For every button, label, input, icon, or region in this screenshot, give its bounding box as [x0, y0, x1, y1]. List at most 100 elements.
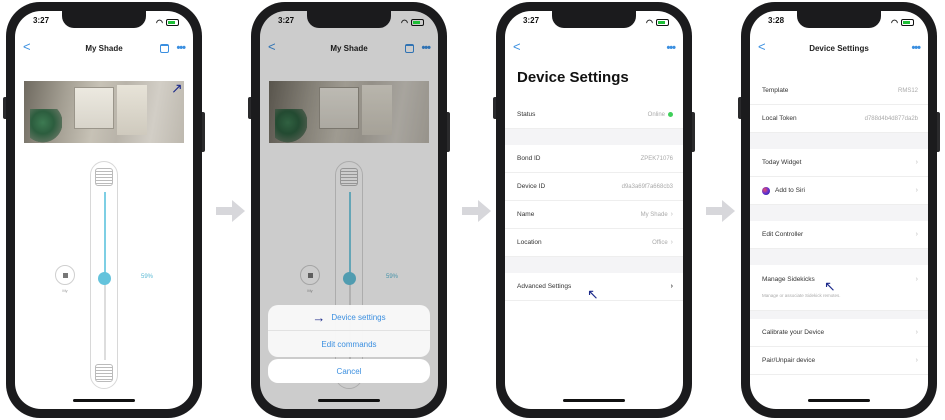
shade-up-icon[interactable]: [95, 168, 113, 186]
chevron-right-icon: ›: [915, 357, 918, 364]
name-value: My Shade: [640, 211, 668, 218]
nav-bar: < Device Settings •••: [750, 39, 928, 57]
back-chevron-icon[interactable]: <: [23, 39, 31, 55]
page-title: My Shade: [85, 43, 123, 53]
phone-4: 3:28 ◠ < Device Settings ••• Template RM…: [738, 2, 940, 418]
status-time: 3:28: [768, 16, 785, 25]
manage-sidekicks-row[interactable]: Manage Sidekicks › ↖: [750, 265, 928, 293]
location-row[interactable]: Location Office ›: [505, 229, 683, 257]
pair-unpair-label: Pair/Unpair device: [762, 357, 816, 364]
add-to-siri-label: Add to Siri: [775, 187, 805, 194]
phone-1: 3:27 ◠ < My Shade ••• ↗ 59% My: [3, 2, 205, 418]
battery-icon: [411, 18, 424, 26]
calendar-icon[interactable]: [160, 43, 170, 53]
section-gap: [505, 257, 683, 273]
battery-icon: [656, 18, 669, 26]
today-widget-label: Today Widget: [762, 159, 802, 166]
pair-unpair-row[interactable]: Pair/Unpair device ›: [750, 347, 928, 375]
annotation-arrow-icon: ↖: [824, 278, 836, 294]
settings-list: Template RMS12 Local Token d788d4b4d877d…: [750, 71, 928, 375]
status-value: Online: [647, 111, 665, 118]
advanced-settings-row[interactable]: Advanced Settings › ↖: [505, 273, 683, 301]
status-bar: 3:27 ◠: [505, 16, 683, 28]
local-token-row: Local Token d788d4b4d877da2b: [750, 105, 928, 133]
calibrate-label: Calibrate your Device: [762, 329, 825, 336]
chevron-right-icon: ›: [915, 275, 918, 283]
device-id-value: d9a3a69f7a668cb3: [621, 183, 673, 190]
status-time: 3:27: [33, 16, 50, 25]
calibrate-row[interactable]: Calibrate your Device ›: [750, 319, 928, 347]
home-indicator: [808, 399, 870, 402]
name-label: Name: [517, 211, 535, 218]
template-value: RMS12: [897, 87, 918, 94]
chevron-right-icon: ›: [915, 231, 918, 238]
edit-commands-label: Edit commands: [321, 339, 377, 349]
back-chevron-icon[interactable]: <: [513, 39, 521, 55]
wifi-icon: ◠: [891, 17, 898, 27]
device-settings-advanced-screen: 3:28 ◠ < Device Settings ••• Template RM…: [750, 11, 928, 409]
add-to-siri-row[interactable]: Add to Siri ›: [750, 177, 928, 205]
camera-window: [74, 87, 114, 129]
action-sheet: → Device settings Edit commands: [268, 305, 430, 357]
device-id-label: Device ID: [517, 183, 546, 190]
stop-button[interactable]: [55, 265, 75, 285]
chevron-right-icon: ›: [915, 187, 918, 194]
name-row[interactable]: Name My Shade ›: [505, 201, 683, 229]
flow-arrow-icon: [216, 200, 246, 222]
status-time: 3:27: [523, 16, 540, 25]
status-bar: 3:27 ◠: [15, 16, 193, 28]
advanced-settings-label: Advanced Settings: [517, 283, 572, 290]
chevron-right-icon: ›: [670, 211, 673, 218]
shade-menu-screen: 3:27 ◠ < My Shade ••• 59% My → Device se…: [260, 11, 438, 409]
more-icon[interactable]: •••: [666, 42, 676, 54]
battery-icon: [901, 18, 914, 26]
device-id-row: Device ID d9a3a69f7a668cb3: [505, 173, 683, 201]
edit-controller-label: Edit Controller: [762, 231, 804, 238]
shade-slider[interactable]: [90, 161, 118, 389]
camera-preview: [24, 81, 184, 143]
shade-control-screen: 3:27 ◠ < My Shade ••• ↗ 59% My: [15, 11, 193, 409]
template-label: Template: [762, 87, 789, 94]
device-settings-option[interactable]: → Device settings: [268, 305, 430, 331]
wifi-icon: ◠: [401, 17, 408, 27]
chevron-right-icon: ›: [670, 283, 673, 290]
page-title: Device Settings: [809, 43, 869, 53]
status-bar: 3:27 ◠: [260, 16, 438, 28]
wifi-icon: ◠: [156, 17, 163, 27]
edit-controller-row[interactable]: Edit Controller ›: [750, 221, 928, 249]
bond-id-label: Bond ID: [517, 155, 541, 162]
device-settings-screen: 3:27 ◠ < ••• Device Settings Status Onli…: [505, 11, 683, 409]
edit-commands-option[interactable]: Edit commands: [268, 331, 430, 357]
annotation-arrow-icon: →: [312, 309, 326, 325]
cancel-button[interactable]: Cancel: [268, 359, 430, 383]
stop-icon: [62, 272, 68, 278]
bond-id-value: ZPEK71076: [640, 155, 673, 162]
device-settings-label: Device settings: [331, 313, 386, 322]
section-gap: [750, 205, 928, 221]
back-chevron-icon[interactable]: <: [758, 39, 766, 55]
more-icon[interactable]: •••: [176, 42, 186, 54]
home-indicator: [73, 399, 135, 402]
slider-percent: 59%: [141, 274, 154, 280]
page-title: Device Settings: [517, 69, 629, 86]
chevron-right-icon: ›: [915, 159, 918, 166]
nav-bar: < My Shade •••: [15, 39, 193, 57]
today-widget-row[interactable]: Today Widget ›: [750, 149, 928, 177]
location-value: Office: [652, 239, 668, 246]
section-gap: [505, 129, 683, 145]
home-indicator: [563, 399, 625, 402]
manage-sidekicks-description: Manage or associate Sidekick remotes.: [750, 293, 928, 311]
local-token-label: Local Token: [762, 115, 797, 122]
more-icon[interactable]: •••: [911, 42, 921, 54]
annotation-arrow-icon: ↖: [587, 286, 599, 302]
settings-list: Status Online Bond ID ZPEK71076 Device I…: [505, 101, 683, 301]
flow-arrow-icon: [706, 200, 736, 222]
online-indicator: [668, 112, 673, 117]
slider-knob[interactable]: [98, 272, 111, 285]
shade-down-icon[interactable]: [95, 364, 113, 382]
local-token-value: d788d4b4d877da2b: [864, 115, 918, 122]
slider-fill: [104, 192, 106, 277]
status-time: 3:27: [278, 16, 295, 25]
home-indicator: [318, 399, 380, 402]
flow-arrow-icon: [462, 200, 492, 222]
